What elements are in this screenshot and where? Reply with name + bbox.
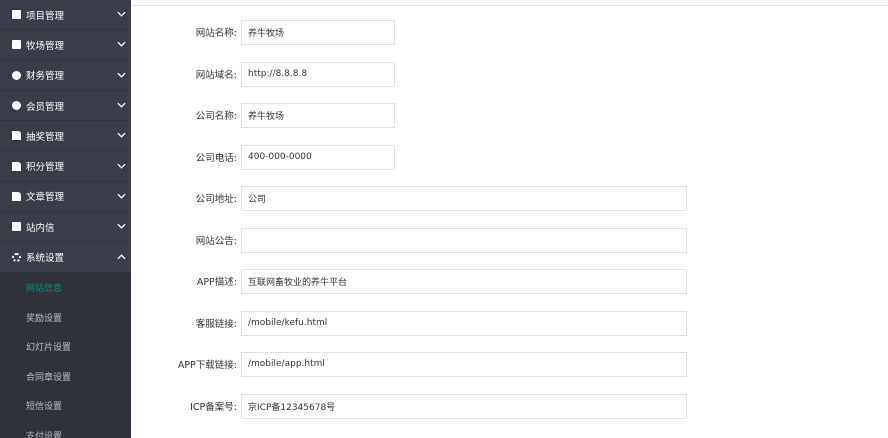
menu-project[interactable]: 项目管理 (0, 0, 131, 31)
site-domain-label: 网站域名: (195, 70, 237, 81)
chevron-down-icon (111, 10, 131, 19)
form-row-app-download-link: APP下载链接: /mobile/app.html (131, 351, 687, 377)
main-content: 网站名称: 养牛牧场 网站域名: http://8.8.8.8 公司名称: 养牛… (131, 0, 888, 438)
menu-articles[interactable]: 文章管理 (0, 182, 131, 213)
menu-label: 会员管理 (26, 101, 65, 113)
submenu: 网站信息 奖励设置 幻灯片设置 合同章设置 短信设置 支付设置 (0, 272, 131, 438)
company-name-input[interactable]: 养牛牧场 (241, 102, 395, 128)
grid-icon (12, 10, 21, 20)
form-row-site-name: 网站名称: 养牛牧场 (131, 19, 395, 45)
icp-input[interactable]: 京ICP备12345678号 (241, 393, 687, 419)
menu-label: 站内信 (26, 222, 55, 234)
form-row-company-address: 公司地址: 公司 (131, 185, 687, 211)
menu-finance[interactable]: 财务管理 (0, 61, 131, 91)
menu-messages[interactable]: 站内信 (0, 212, 131, 243)
form-row-icp: ICP备案号: 京ICP备12345678号 (131, 393, 687, 419)
site-name-label: 网站名称: (195, 28, 237, 39)
top-divider (131, 0, 888, 6)
document-icon (12, 161, 21, 171)
form-row-company-name: 公司名称: 养牛牧场 (131, 102, 395, 128)
menu-label: 抽奖管理 (26, 131, 65, 143)
menu-label: 项目管理 (26, 10, 65, 22)
submenu-slideshow-settings[interactable]: 幻灯片设置 (0, 332, 131, 362)
app-download-link-label: APP下载链接: (177, 360, 237, 371)
company-phone-input[interactable]: 400-000-0000 (241, 144, 395, 170)
document-icon (12, 131, 21, 141)
site-name-input[interactable]: 养牛牧场 (241, 19, 395, 45)
chevron-down-icon (111, 162, 131, 171)
chevron-up-icon (111, 253, 131, 262)
submenu-site-info[interactable]: 网站信息 (0, 273, 131, 303)
menu-label: 牧场管理 (26, 40, 65, 52)
menu-member[interactable]: 会员管理 (0, 91, 131, 122)
app-description-label: APP描述: (196, 277, 237, 288)
service-link-label: 客服链接: (195, 319, 237, 330)
menu-ranch[interactable]: 牧场管理 (0, 30, 131, 61)
form-row-service-link: 客服链接: /mobile/kefu.html (131, 310, 687, 336)
chevron-down-icon (111, 40, 131, 49)
sidebar: 项目管理 牧场管理 财务管理 会员管理 抽奖管理 积分管理 文章管理 站内信 系 (0, 0, 131, 438)
menu-label: 积分管理 (26, 162, 65, 174)
form-row-app-description: APP描述: 互联网畜牧业的养牛平台 (131, 268, 687, 294)
document-icon (12, 191, 21, 201)
menu-system-settings[interactable]: 系统设置 (0, 242, 131, 273)
menu-label: 财务管理 (26, 71, 65, 83)
company-name-label: 公司名称: (195, 111, 237, 122)
submenu-payment-settings[interactable]: 支付设置 (0, 421, 131, 438)
form-row-site-notice: 网站公告: (131, 227, 687, 253)
grid-icon (12, 40, 21, 50)
site-domain-input[interactable]: http://8.8.8.8 (241, 61, 395, 87)
chevron-down-icon (111, 101, 131, 110)
chevron-down-icon (111, 71, 131, 80)
grid-icon (12, 222, 21, 232)
gear-icon (12, 252, 21, 262)
site-notice-input[interactable] (241, 227, 687, 253)
menu-label: 系统设置 (26, 253, 65, 265)
submenu-contract-seal-settings[interactable]: 合同章设置 (0, 361, 131, 391)
chevron-down-icon (111, 222, 131, 231)
yen-icon (12, 70, 21, 80)
app-description-input[interactable]: 互联网畜牧业的养牛平台 (241, 268, 687, 294)
menu-points[interactable]: 积分管理 (0, 151, 131, 182)
company-address-input[interactable]: 公司 (241, 185, 687, 211)
vip-icon (12, 101, 21, 111)
form-row-site-domain: 网站域名: http://8.8.8.8 (131, 61, 395, 87)
site-notice-label: 网站公告: (195, 236, 237, 247)
icp-label: ICP备案号: (190, 402, 237, 413)
submenu-reward-settings[interactable]: 奖励设置 (0, 302, 131, 332)
chevron-down-icon (111, 192, 131, 201)
company-phone-label: 公司电话: (195, 153, 237, 164)
menu-lottery[interactable]: 抽奖管理 (0, 121, 131, 152)
service-link-input[interactable]: /mobile/kefu.html (241, 310, 687, 336)
submenu-sms-settings[interactable]: 短信设置 (0, 391, 131, 421)
company-address-label: 公司地址: (195, 194, 237, 205)
chevron-down-icon (111, 131, 131, 140)
app-download-link-input[interactable]: /mobile/app.html (241, 351, 687, 377)
form-row-company-phone: 公司电话: 400-000-0000 (131, 144, 395, 170)
menu-label: 文章管理 (26, 192, 65, 204)
